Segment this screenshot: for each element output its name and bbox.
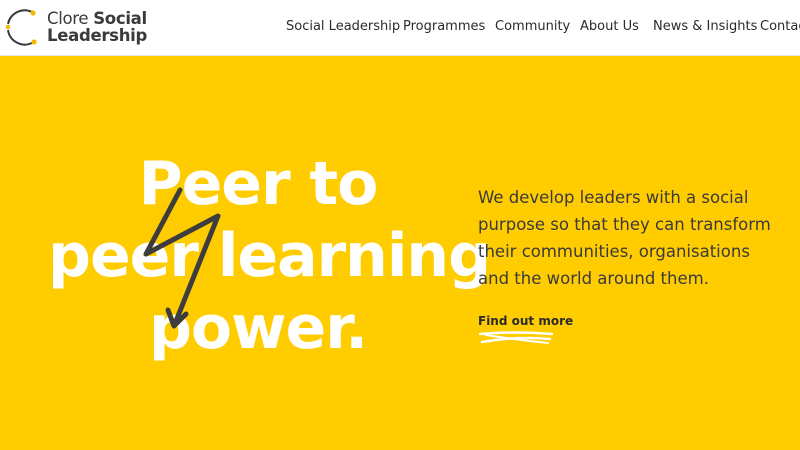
nav-social-leadership[interactable]: Social Leadership xyxy=(286,19,400,34)
hero-headline: Peer to peer learning power. xyxy=(48,148,491,364)
find-out-more-link[interactable]: Find out more xyxy=(478,314,573,328)
nav-about-us[interactable]: About Us xyxy=(580,19,639,34)
nav-programmes[interactable]: Programmes xyxy=(403,19,485,34)
hero-section: Peer to peer learning power. We develop … xyxy=(0,56,800,450)
nav-news-insights[interactable]: News & Insights xyxy=(653,19,757,34)
nav-community[interactable]: Community xyxy=(495,19,570,34)
lightning-bolt-icon xyxy=(143,187,221,329)
nav-contact[interactable]: Contact xyxy=(760,19,800,34)
hero-intro-text: We develop leaders with a social purpose… xyxy=(478,188,771,288)
main-nav: Social Leadership Programmes Community A… xyxy=(0,19,800,39)
headline-line-1: Peer to xyxy=(138,149,379,219)
site-header: Clore Social Leadership Social Leadershi… xyxy=(0,0,800,56)
scribble-underline-icon xyxy=(478,331,554,344)
headline-line-2: peer learning xyxy=(48,221,491,291)
headline-line-3: power. xyxy=(148,293,368,363)
